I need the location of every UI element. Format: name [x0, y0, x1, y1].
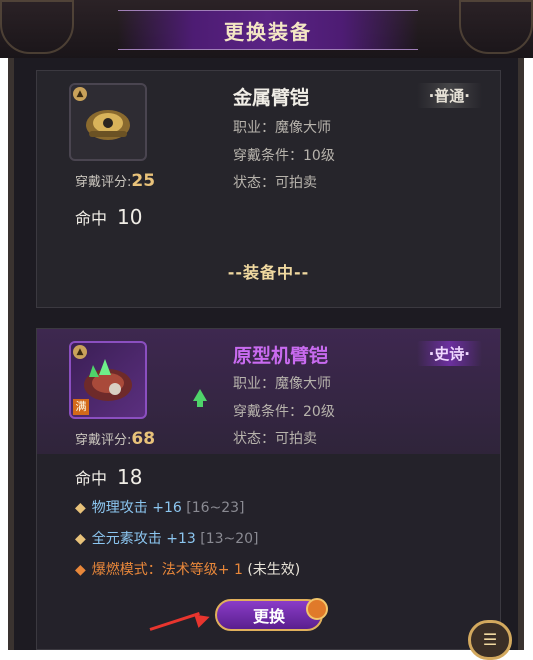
attribute-line: ◆ 全元素攻击 +13 [13~20]: [75, 531, 259, 547]
current-item-icon[interactable]: ▲: [69, 83, 147, 161]
armor-slot-icon: ▲: [73, 345, 87, 359]
notification-badge-icon: [306, 598, 328, 620]
score-line: 穿戴评分:68: [75, 429, 156, 449]
current-item-card: ▲ 穿戴评分:25 金属臂铠 ·普通· 职业：魔像大师 穿戴条件：10级 状态：…: [36, 70, 501, 308]
up-arrow-icon: [193, 389, 207, 401]
class-line: 职业：魔像大师: [233, 376, 331, 392]
score-line: 穿戴评分:25: [75, 171, 156, 191]
chat-bubble-icon[interactable]: ☰: [468, 620, 512, 660]
rarity-badge: ·普通·: [416, 83, 482, 108]
main-stat: 命中 18: [75, 465, 143, 489]
special-effect-line: ◆ 爆燃模式：法术等级+ 1 (未生效): [75, 562, 301, 578]
diamond-icon: ◆: [75, 562, 86, 578]
max-level-badge: 满: [73, 399, 89, 415]
armor-slot-icon: ▲: [73, 87, 87, 101]
equipped-indicator: --装备中--: [227, 263, 310, 282]
diamond-icon: ◆: [75, 531, 86, 547]
new-item-name: 原型机臂铠: [233, 345, 329, 367]
title-bar: 更换装备: [118, 10, 418, 50]
frame-ornament: [459, 0, 533, 54]
new-item-icon[interactable]: ▲ 满: [69, 341, 147, 419]
up-arrow-stem: [197, 401, 203, 407]
attribute-line: ◆ 物理攻击 +16 [16~23]: [75, 500, 245, 516]
rarity-badge: ·史诗·: [416, 341, 482, 366]
frame-ornament: [0, 0, 74, 54]
status-line: 状态：可拍卖: [233, 175, 317, 191]
diamond-icon: ◆: [75, 500, 86, 516]
main-stat: 命中 10: [75, 205, 143, 229]
page-title: 更换装备: [224, 19, 312, 44]
requirement-line: 穿戴条件：10级: [233, 148, 335, 164]
current-item-name: 金属臂铠: [233, 87, 310, 109]
requirement-line: 穿戴条件：20级: [233, 404, 335, 420]
status-line: 状态：可拍卖: [233, 431, 317, 447]
class-line: 职业：魔像大师: [233, 120, 331, 136]
